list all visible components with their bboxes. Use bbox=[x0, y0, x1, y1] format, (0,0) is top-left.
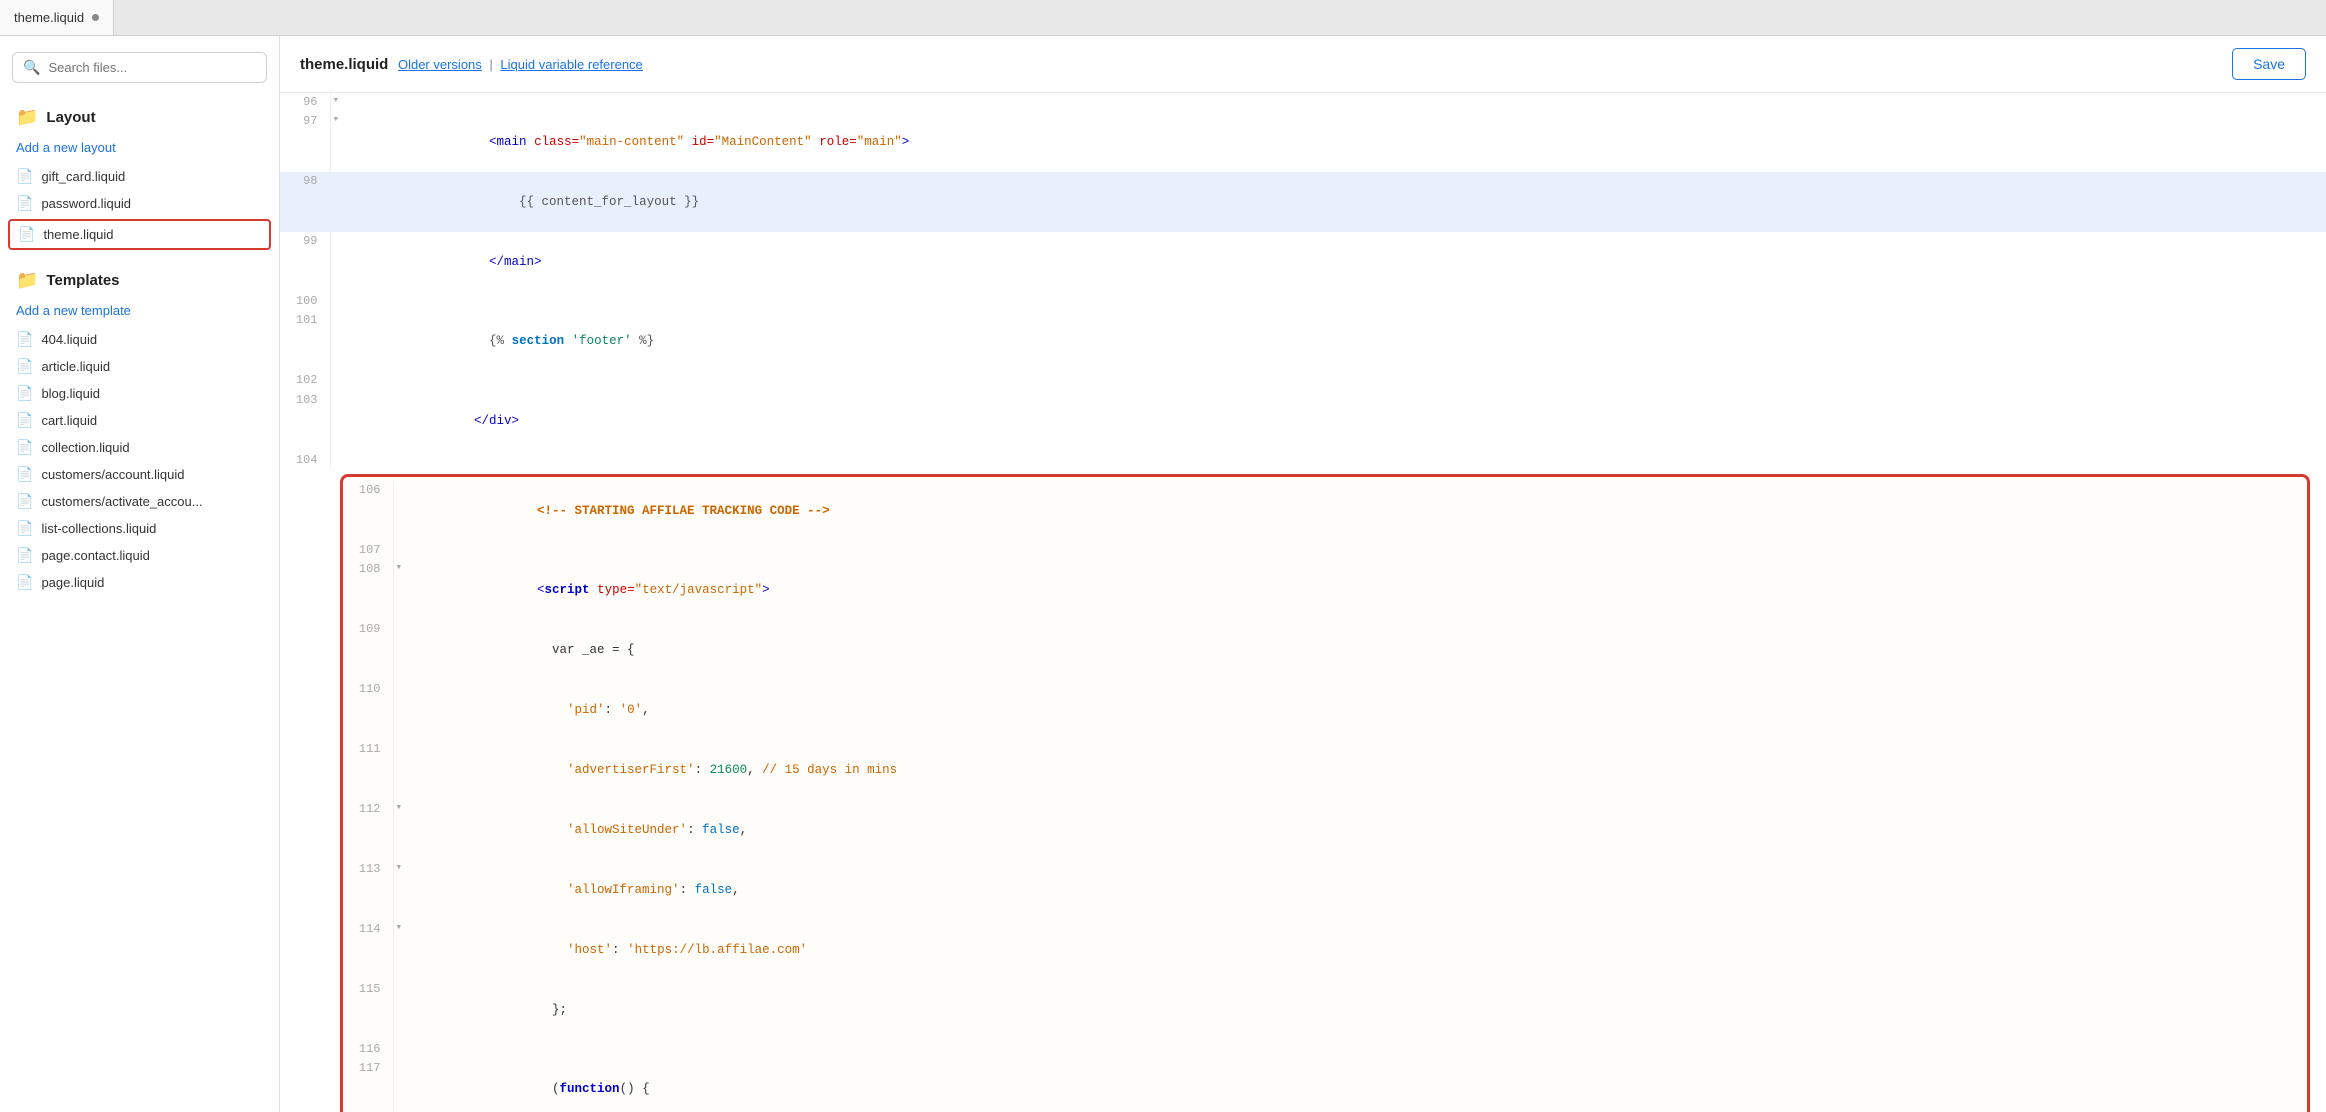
separator: | bbox=[489, 57, 492, 72]
file-name: customers/activate_accou... bbox=[41, 494, 202, 509]
add-template-link[interactable]: Add a new template bbox=[0, 299, 279, 326]
table-row: 103 </div> bbox=[280, 391, 2326, 451]
file-name: collection.liquid bbox=[41, 440, 129, 455]
table-row: 106 <!-- STARTING AFFILAE TRACKING CODE … bbox=[343, 481, 2307, 541]
sidebar: 🔍 📁 Layout Add a new layout 📄 gift_card.… bbox=[0, 36, 280, 1112]
file-name: list-collections.liquid bbox=[41, 521, 156, 536]
table-row: 102 bbox=[280, 371, 2326, 390]
code-table: 96 ▾ 97 ▾ <main class="main-content" id=… bbox=[280, 93, 2326, 470]
table-row: 109 var _ae = { bbox=[343, 620, 2307, 680]
file-gift-card[interactable]: 📄 gift_card.liquid bbox=[0, 163, 279, 190]
search-box[interactable]: 🔍 bbox=[12, 52, 267, 83]
search-input[interactable] bbox=[48, 60, 256, 75]
file-name: article.liquid bbox=[41, 359, 110, 374]
file-icon: 📄 bbox=[16, 195, 33, 212]
main-layout: 🔍 📁 Layout Add a new layout 📄 gift_card.… bbox=[0, 36, 2326, 1112]
layout-section-label: Layout bbox=[46, 109, 95, 126]
file-theme-liquid[interactable]: 📄 theme.liquid bbox=[8, 219, 271, 250]
table-row: 115 }; bbox=[343, 980, 2307, 1040]
file-icon: 📄 bbox=[16, 520, 33, 537]
file-404[interactable]: 📄 404.liquid bbox=[0, 326, 279, 353]
layout-folder-icon: 📁 bbox=[16, 107, 38, 128]
tracking-code-table: 106 <!-- STARTING AFFILAE TRACKING CODE … bbox=[343, 481, 2307, 1112]
older-versions-link[interactable]: Older versions bbox=[398, 57, 482, 72]
file-name: 404.liquid bbox=[41, 332, 97, 347]
table-row: 96 ▾ bbox=[280, 93, 2326, 112]
file-page-contact[interactable]: 📄 page.contact.liquid bbox=[0, 542, 279, 569]
table-row: 116 bbox=[343, 1040, 2307, 1059]
file-icon: 📄 bbox=[18, 226, 35, 243]
file-icon: 📄 bbox=[16, 358, 33, 375]
table-row: 110 'pid': '0', bbox=[343, 680, 2307, 740]
table-row: 112 ▾ 'allowSiteUnder': false, bbox=[343, 800, 2307, 860]
file-cart[interactable]: 📄 cart.liquid bbox=[0, 407, 279, 434]
table-row: 117 (function() { bbox=[343, 1059, 2307, 1112]
search-icon: 🔍 bbox=[23, 59, 40, 76]
table-row: 104 bbox=[280, 451, 2326, 470]
templates-section-header: 📁 Templates bbox=[0, 262, 279, 299]
table-row: 107 bbox=[343, 541, 2307, 560]
unsaved-dot bbox=[92, 14, 99, 21]
file-icon: 📄 bbox=[16, 385, 33, 402]
file-name: cart.liquid bbox=[41, 413, 97, 428]
file-password[interactable]: 📄 password.liquid bbox=[0, 190, 279, 217]
file-icon: 📄 bbox=[16, 412, 33, 429]
file-blog[interactable]: 📄 blog.liquid bbox=[0, 380, 279, 407]
theme-liquid-tab[interactable]: theme.liquid bbox=[0, 0, 114, 35]
layout-section-header: 📁 Layout bbox=[0, 99, 279, 136]
tracking-code-box: 106 <!-- STARTING AFFILAE TRACKING CODE … bbox=[340, 474, 2310, 1112]
code-title: theme.liquid Older versions | Liquid var… bbox=[300, 56, 643, 73]
file-name: page.liquid bbox=[41, 575, 104, 590]
file-icon: 📄 bbox=[16, 439, 33, 456]
table-row: 97 ▾ <main class="main-content" id="Main… bbox=[280, 112, 2326, 172]
table-row: 101 {% section 'footer' %} bbox=[280, 311, 2326, 371]
file-name: customers/account.liquid bbox=[41, 467, 184, 482]
table-row: 114 ▾ 'host': 'https://lb.affilae.com' bbox=[343, 920, 2307, 980]
file-article[interactable]: 📄 article.liquid bbox=[0, 353, 279, 380]
file-name: page.contact.liquid bbox=[41, 548, 149, 563]
tab-label: theme.liquid bbox=[14, 10, 84, 25]
table-row: 100 bbox=[280, 292, 2326, 311]
file-name: blog.liquid bbox=[41, 386, 100, 401]
file-collection[interactable]: 📄 collection.liquid bbox=[0, 434, 279, 461]
add-layout-link[interactable]: Add a new layout bbox=[0, 136, 279, 163]
save-button[interactable]: Save bbox=[2232, 48, 2306, 80]
file-icon: 📄 bbox=[16, 331, 33, 348]
file-customers-account[interactable]: 📄 customers/account.liquid bbox=[0, 461, 279, 488]
templates-section-label: Templates bbox=[46, 272, 119, 289]
file-icon: 📄 bbox=[16, 466, 33, 483]
liquid-ref-link[interactable]: Liquid variable reference bbox=[500, 57, 642, 72]
table-row: 111 'advertiserFirst': 21600, // 15 days… bbox=[343, 740, 2307, 800]
file-icon: 📄 bbox=[16, 547, 33, 564]
table-row: 98 {{ content_for_layout }} bbox=[280, 172, 2326, 232]
table-row: 108 ▾ <script type="text/javascript"> bbox=[343, 560, 2307, 620]
file-list-collections[interactable]: 📄 list-collections.liquid bbox=[0, 515, 279, 542]
code-area: theme.liquid Older versions | Liquid var… bbox=[280, 36, 2326, 1112]
file-customers-activate[interactable]: 📄 customers/activate_accou... bbox=[0, 488, 279, 515]
file-page[interactable]: 📄 page.liquid bbox=[0, 569, 279, 596]
table-row: 99 </main> bbox=[280, 232, 2326, 292]
file-name: password.liquid bbox=[41, 196, 131, 211]
code-links: Older versions | Liquid variable referen… bbox=[394, 57, 642, 72]
file-name: theme.liquid bbox=[43, 227, 113, 242]
file-name: gift_card.liquid bbox=[41, 169, 125, 184]
editor-filename: theme.liquid bbox=[300, 56, 388, 73]
tab-bar: theme.liquid bbox=[0, 0, 2326, 36]
table-row: 113 ▾ 'allowIframing': false, bbox=[343, 860, 2307, 920]
file-icon: 📄 bbox=[16, 168, 33, 185]
file-icon: 📄 bbox=[16, 574, 33, 591]
templates-folder-icon: 📁 bbox=[16, 270, 38, 291]
code-header: theme.liquid Older versions | Liquid var… bbox=[280, 36, 2326, 93]
code-editor[interactable]: 96 ▾ 97 ▾ <main class="main-content" id=… bbox=[280, 93, 2326, 1112]
file-icon: 📄 bbox=[16, 493, 33, 510]
